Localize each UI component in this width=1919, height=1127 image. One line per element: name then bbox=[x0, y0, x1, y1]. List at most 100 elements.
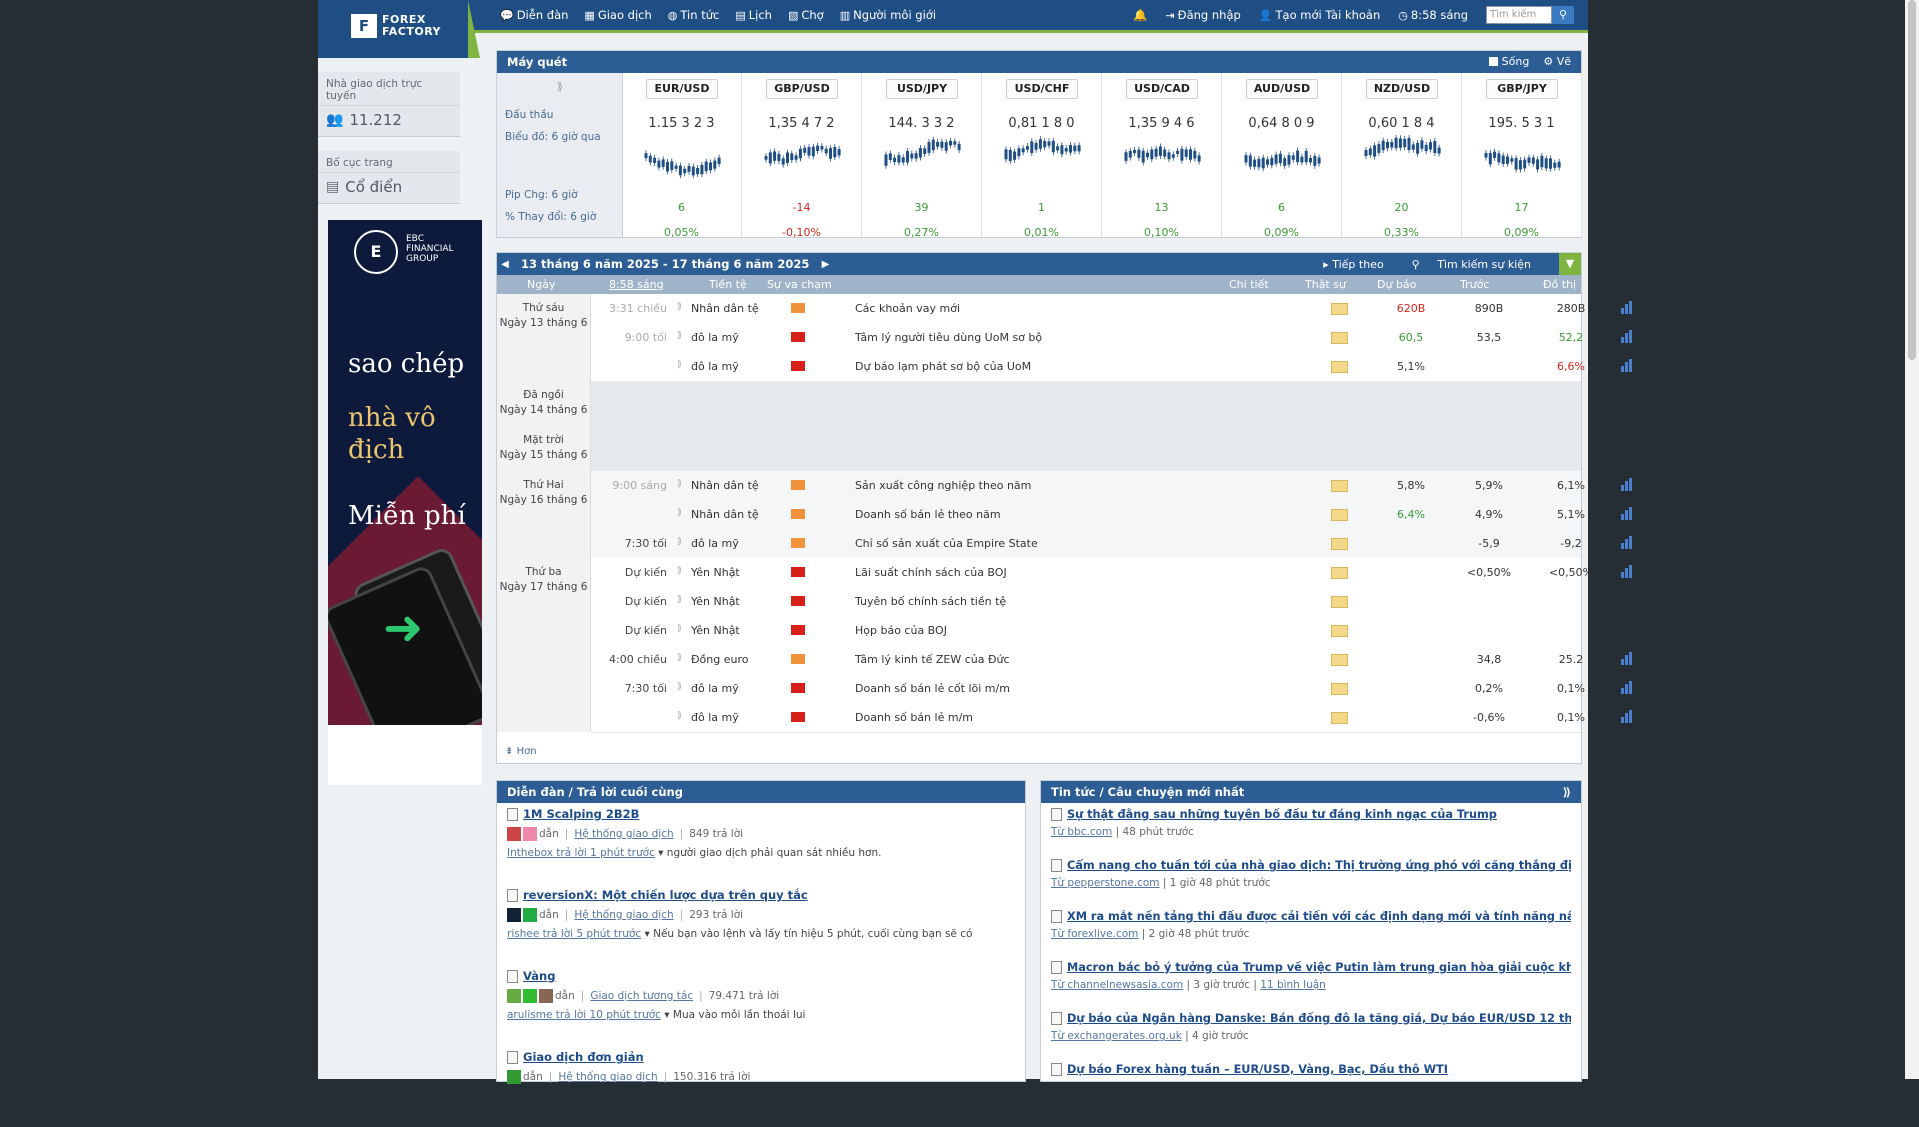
detail-folder-icon[interactable] bbox=[1331, 712, 1348, 724]
page-scrollbar[interactable] bbox=[1905, 0, 1919, 1079]
detail-folder-icon[interactable] bbox=[1331, 654, 1348, 666]
pair-name-button[interactable]: USD/CHF bbox=[1006, 79, 1078, 99]
speaker-icon[interactable]: ⟫ bbox=[677, 360, 682, 370]
bar-graph-icon[interactable] bbox=[1621, 330, 1635, 343]
mini-candle-chart[interactable] bbox=[642, 135, 722, 179]
calendar-event-row[interactable]: 7:30 tối ⟫ đô la mỹ Doanh số bán lẻ cốt lõi… bbox=[591, 674, 1632, 704]
speaker-icon[interactable]: ⟫ bbox=[677, 302, 682, 312]
pair-name-button[interactable]: AUD/USD bbox=[1246, 79, 1318, 99]
next-week-icon[interactable]: ▶ bbox=[817, 259, 833, 270]
search-button[interactable]: ⚲ bbox=[1552, 6, 1574, 24]
detail-folder-icon[interactable] bbox=[1331, 625, 1348, 637]
speaker-icon[interactable]: ⟫ bbox=[677, 624, 682, 634]
last-reply-user-link[interactable]: rishee trả lời 5 phút trước bbox=[507, 928, 641, 940]
bar-graph-icon[interactable] bbox=[1621, 565, 1635, 578]
speaker-icon[interactable]: ⟫ bbox=[677, 537, 682, 547]
bar-graph-icon[interactable] bbox=[1621, 536, 1635, 549]
news-source-link[interactable]: Từ bbc.com bbox=[1051, 826, 1112, 838]
event-title[interactable]: Doanh số bán lẻ cốt lõi m/m bbox=[855, 682, 1010, 695]
news-title-link[interactable]: Dự báo của Ngân hàng Danske: Bán đồng đô… bbox=[1051, 1012, 1571, 1025]
news-source-link[interactable]: Từ forexlive.com bbox=[1051, 928, 1138, 940]
thread-category-link[interactable]: Giao dịch tương tác bbox=[590, 990, 693, 1002]
detail-folder-icon[interactable] bbox=[1331, 480, 1348, 492]
next-link[interactable]: ▸ Tiếp theo bbox=[1323, 258, 1398, 271]
speaker-icon[interactable]: ⟫ bbox=[677, 508, 682, 518]
calendar-event-row[interactable]: 9:00 tối ⟫ đô la mỹ Tâm lý người tiêu dùng … bbox=[591, 323, 1632, 353]
expand-caret-icon[interactable]: ▾ bbox=[655, 847, 667, 859]
calendar-event-row[interactable]: 4:00 chiều ⟫ Đồng euro Tâm lý kinh tế ZEW c… bbox=[591, 645, 1632, 675]
mini-candle-chart[interactable] bbox=[1242, 135, 1322, 179]
news-title-link[interactable]: Cẩm nang cho tuần tới của nhà giao dịch:… bbox=[1051, 859, 1571, 872]
thread-category-link[interactable]: Hệ thống giao dịch bbox=[574, 828, 673, 840]
event-title[interactable]: Họp báo của BOJ bbox=[855, 624, 947, 637]
bell-icon[interactable]: 🔔 bbox=[1133, 8, 1147, 22]
event-title[interactable]: Dự báo lạm phát sơ bộ của UoM bbox=[855, 360, 1031, 373]
pair-name-button[interactable]: USD/CAD bbox=[1126, 79, 1198, 99]
register-link[interactable]: 👤 Tạo mới Tài khoản bbox=[1259, 8, 1380, 22]
event-title[interactable]: Các khoản vay mới bbox=[855, 302, 960, 315]
speaker-icon[interactable]: ⟫ bbox=[677, 595, 682, 605]
live-toggle[interactable]: Sống bbox=[1488, 51, 1529, 73]
login-link[interactable]: ⇥ Đăng nhập bbox=[1165, 8, 1240, 22]
nav-trades[interactable]: ▦ Giao dịch bbox=[584, 8, 651, 22]
event-title[interactable]: Lãi suất chính sách của BOJ bbox=[855, 566, 1007, 579]
event-title[interactable]: Sản xuất công nghiệp theo năm bbox=[855, 479, 1031, 492]
mini-candle-chart[interactable] bbox=[1002, 135, 1082, 179]
speaker-icon[interactable]: ⟫ bbox=[677, 566, 682, 576]
thread-title-link[interactable]: 1M Scalping 2B2B bbox=[507, 807, 1015, 821]
col-time[interactable]: 8:58 sáng bbox=[609, 278, 664, 291]
detail-folder-icon[interactable] bbox=[1331, 303, 1348, 315]
online-traders-value[interactable]: 👥 11.212 bbox=[318, 106, 460, 136]
expand-icon[interactable]: ⟫ bbox=[1563, 781, 1571, 803]
calendar-event-row[interactable]: ⟫ đô la mỹ Dự báo lạm phát sơ bộ của UoM 5,… bbox=[591, 352, 1632, 382]
avatar[interactable] bbox=[523, 989, 537, 1003]
search-input[interactable]: Tìm kiếm bbox=[1486, 6, 1552, 24]
page-layout-select[interactable]: ▤ Cổ điển bbox=[318, 173, 460, 203]
news-title-link[interactable]: Sự thật đằng sau những tuyên bố đầu tư đ… bbox=[1051, 808, 1571, 821]
calendar-event-row[interactable]: Dự kiến ⟫ Yên Nhật Họp báo của BOJ bbox=[591, 616, 1581, 646]
detail-folder-icon[interactable] bbox=[1331, 596, 1348, 608]
event-title[interactable]: Tâm lý người tiêu dùng UoM sơ bộ bbox=[855, 331, 1042, 344]
calendar-event-row[interactable]: 7:30 tối ⟫ đô la mỹ Chỉ số sản xuất của Emp… bbox=[591, 529, 1632, 559]
mini-candle-chart[interactable] bbox=[762, 135, 842, 179]
mini-candle-chart[interactable] bbox=[1362, 135, 1442, 179]
news-source-link[interactable]: Từ pepperstone.com bbox=[1051, 877, 1160, 889]
bar-graph-icon[interactable] bbox=[1621, 681, 1635, 694]
more-link[interactable]: ⇟ Hơn bbox=[505, 746, 537, 757]
thread-category-link[interactable]: Hệ thống giao dịch bbox=[558, 1071, 657, 1083]
prev-week-icon[interactable]: ◀ bbox=[497, 259, 513, 270]
pair-name-button[interactable]: GBP/USD bbox=[766, 79, 838, 99]
expand-caret-icon[interactable]: ▾ bbox=[661, 1009, 673, 1021]
news-source-link[interactable]: Từ exchangerates.org.uk bbox=[1051, 1030, 1182, 1042]
thread-title-link[interactable]: Giao dịch đơn giản bbox=[507, 1050, 1015, 1064]
detail-folder-icon[interactable] bbox=[1331, 538, 1348, 550]
detail-folder-icon[interactable] bbox=[1331, 567, 1348, 579]
ebc-advertisement[interactable]: E EBC FINANCIAL GROUP sao chép nhà vô địch… bbox=[328, 220, 482, 785]
news-comments-link[interactable]: 11 bình luận bbox=[1260, 979, 1326, 991]
forex-factory-logo[interactable]: F FOREX FACTORY bbox=[318, 0, 480, 58]
news-title-link[interactable]: Macron bác bỏ ý tưởng của Trump về việc … bbox=[1051, 961, 1571, 974]
bar-graph-icon[interactable] bbox=[1621, 301, 1635, 314]
detail-folder-icon[interactable] bbox=[1331, 361, 1348, 373]
clock[interactable]: ◷ 8:58 sáng bbox=[1398, 8, 1468, 22]
avatar[interactable] bbox=[523, 827, 537, 841]
mini-candle-chart[interactable] bbox=[882, 135, 962, 179]
pair-name-button[interactable]: USD/JPY bbox=[886, 79, 958, 99]
avatar[interactable] bbox=[523, 908, 537, 922]
speaker-icon[interactable]: ⟫ bbox=[677, 331, 682, 341]
detail-folder-icon[interactable] bbox=[1331, 683, 1348, 695]
bar-graph-icon[interactable] bbox=[1621, 710, 1635, 723]
filter-icon[interactable]: ▼ bbox=[1559, 253, 1581, 275]
draw-toggle[interactable]: ⚙ Vẽ bbox=[1543, 51, 1571, 73]
avatar[interactable] bbox=[507, 1070, 521, 1084]
event-title[interactable]: Tâm lý kinh tế ZEW của Đức bbox=[855, 653, 1010, 666]
scrollbar-thumb[interactable] bbox=[1908, 0, 1916, 360]
mini-candle-chart[interactable] bbox=[1122, 135, 1202, 179]
event-title[interactable]: Doanh số bán lẻ theo năm bbox=[855, 508, 1001, 521]
last-reply-user-link[interactable]: Inthebox trả lời 1 phút trước bbox=[507, 847, 655, 859]
pair-name-button[interactable]: GBP/JPY bbox=[1486, 79, 1558, 99]
nav-news[interactable]: ◍ Tin tức bbox=[668, 8, 720, 22]
last-reply-user-link[interactable]: arulisme trả lời 10 phút trước bbox=[507, 1009, 661, 1021]
calendar-event-row[interactable]: Dự kiến ⟫ Yên Nhật Lãi suất chính sách của … bbox=[591, 558, 1632, 588]
news-title-link[interactable]: Dự báo Forex hàng tuần – EUR/USD, Vàng, … bbox=[1051, 1063, 1571, 1076]
